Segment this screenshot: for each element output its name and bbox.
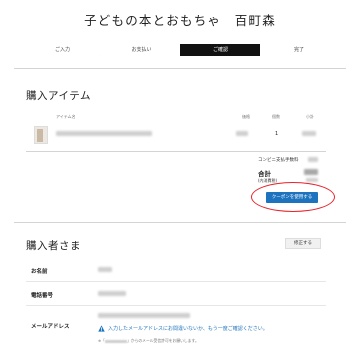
warning-icon — [98, 325, 105, 332]
item-subtotal-redacted — [302, 131, 316, 136]
total-redacted — [304, 169, 318, 175]
divider — [26, 305, 326, 306]
convenience-fee-label: コンビニ支払手数料 — [258, 158, 299, 163]
step-confirm: ご確認 — [180, 44, 261, 56]
convenience-fee-redacted — [308, 157, 318, 162]
step-input: ご入力 — [22, 44, 103, 56]
store-title: 子どもの本とおもちゃ 百町森 — [84, 13, 276, 28]
email-redacted — [98, 313, 190, 318]
col-item-name: アイテム名 — [56, 114, 76, 119]
divider — [14, 222, 346, 223]
phone-label: 電話番号 — [31, 293, 54, 299]
email-receive-note: ※「 」からのメール受信許可をお願いします。 — [98, 338, 199, 344]
checkout-steps: ご入力 お支払い ご確認 完了 — [22, 44, 338, 56]
total-label: 合計 — [258, 170, 271, 178]
highlight-annotation — [251, 182, 335, 212]
col-subtotal: 小計 — [306, 114, 314, 119]
buyer-heading: 購入者さま — [26, 240, 81, 252]
item-qty: 1 — [275, 131, 279, 137]
col-price: 価格 — [242, 114, 250, 119]
col-qty: 個数 — [272, 114, 280, 119]
item-price-redacted — [236, 131, 248, 136]
email-warning: 入力したメールアドレスにお間違いないか、もう一度ご確認ください。 — [98, 325, 268, 332]
phone-redacted — [98, 291, 126, 296]
name-redacted — [98, 267, 112, 272]
divider — [26, 281, 326, 282]
note-domain-redacted — [104, 339, 127, 343]
step-payment: お支払い — [101, 44, 182, 56]
item-name-redacted — [56, 131, 152, 136]
tax-redacted — [306, 178, 318, 182]
divider — [14, 68, 346, 69]
note-prefix: ※「 — [98, 338, 105, 343]
divider — [26, 151, 326, 152]
items-heading: 購入アイテム — [26, 90, 91, 102]
note-suffix: 」からのメール受信許可をお願いします。 — [126, 338, 199, 343]
email-label: メールアドレス — [31, 324, 70, 330]
edit-buyer-button[interactable]: 修正する — [285, 238, 321, 249]
email-warning-text: 入力したメールアドレスにお間違いないか、もう一度ご確認ください。 — [108, 326, 268, 332]
step-complete: 完了 — [260, 44, 338, 56]
name-label: お名前 — [31, 269, 48, 275]
item-thumbnail — [34, 126, 48, 144]
